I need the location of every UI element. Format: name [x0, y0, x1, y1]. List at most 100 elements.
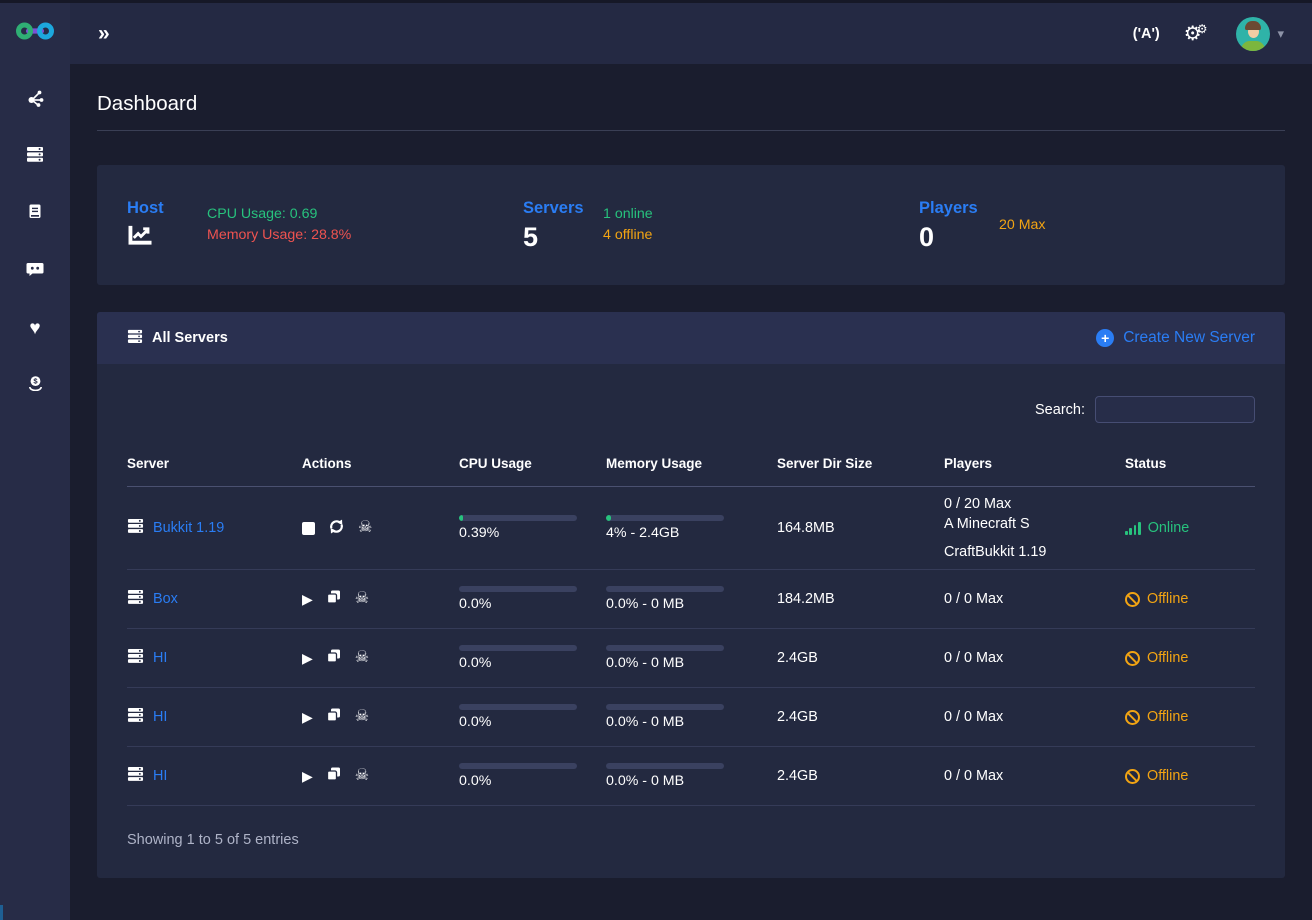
col-server: Server [127, 443, 302, 487]
table-row: HI ▶ [127, 747, 1255, 806]
col-memory-usage: Memory Usage [606, 443, 777, 487]
servers-panel: All Servers + Create New Server Search: [97, 312, 1285, 878]
servers-stat: Servers 5 1 online 4 offline [493, 199, 889, 251]
cpu-usage-value: 0.0% [459, 596, 600, 612]
cpu-progress-bar [459, 645, 577, 651]
start-button[interactable]: ▶ [302, 769, 313, 783]
servers-table: Server Actions CPU Usage Memory Usage Se… [127, 443, 1255, 806]
cpu-progress-bar [459, 515, 577, 521]
chevron-down-icon: ▾ [1277, 26, 1284, 42]
search-input[interactable] [1095, 396, 1255, 423]
servers-panel-header: All Servers + Create New Server [97, 312, 1285, 364]
memory-progress-bar [606, 704, 724, 710]
players-count: 0 [919, 224, 981, 251]
status-badge: Online [1125, 520, 1249, 536]
servers-label: Servers [523, 199, 585, 218]
host-cpu-usage: CPU Usage: 0.69 [207, 204, 351, 225]
language-icon[interactable]: ('A') [1133, 26, 1160, 42]
page-edge-accent [0, 905, 3, 920]
avatar [1236, 17, 1270, 51]
sidebar-item-support[interactable]: ♥ [16, 316, 54, 340]
clone-button[interactable] [327, 767, 341, 784]
discord-icon [26, 261, 44, 282]
kill-button[interactable]: ☠ [355, 768, 369, 784]
col-server-dir-size: Server Dir Size [777, 443, 944, 487]
kill-button[interactable]: ☠ [355, 650, 369, 666]
page-title: Dashboard [97, 92, 1285, 116]
search-row: Search: [97, 364, 1285, 443]
ban-icon [1125, 651, 1140, 666]
server-link[interactable]: Box [153, 591, 178, 607]
players-info: 0 / 20 Max A Minecraft S CraftBukkit 1.1… [944, 487, 1125, 570]
topbar-right: ('A') ⚙⚙ ▾ [1133, 17, 1284, 51]
players-info: 0 / 0 Max [944, 629, 1125, 688]
search-label: Search: [1035, 402, 1085, 418]
server-icon [26, 146, 44, 168]
stats-card: Host CPU Usage: 0.69 Memory Usage: 28.8% [97, 165, 1285, 285]
sidebar-item-donate[interactable]: $ [16, 373, 54, 397]
server-link[interactable]: HI [153, 768, 167, 784]
start-button[interactable]: ▶ [302, 651, 313, 665]
server-dir-size: 2.4GB [777, 688, 944, 747]
memory-progress-bar [606, 645, 724, 651]
sidebar-expand-icon[interactable]: » [98, 23, 110, 44]
server-link[interactable]: HI [153, 709, 167, 725]
col-actions: Actions [302, 443, 459, 487]
start-button[interactable]: ▶ [302, 710, 313, 724]
servers-online-count: 1 online [603, 204, 653, 225]
server-icon [127, 329, 143, 348]
memory-progress-bar [606, 586, 724, 592]
clone-button[interactable] [327, 590, 341, 607]
table-header-row: Server Actions CPU Usage Memory Usage Se… [127, 443, 1255, 487]
table-entries-summary: Showing 1 to 5 of 5 entries [97, 806, 1285, 878]
create-new-server-button[interactable]: + Create New Server [1096, 329, 1255, 347]
start-button[interactable]: ▶ [302, 592, 313, 606]
cpu-usage-value: 0.0% [459, 773, 600, 789]
docs-book-icon [27, 204, 43, 225]
panel-title: All Servers [127, 329, 228, 348]
sidebar-item-dashboard[interactable] [16, 88, 54, 112]
sidebar-item-discord[interactable] [16, 259, 54, 283]
kill-button[interactable]: ☠ [355, 591, 369, 607]
ban-icon [1125, 710, 1140, 725]
players-label: Players [919, 199, 981, 218]
server-dir-size: 164.8MB [777, 487, 944, 570]
app-root: » ('A') ⚙⚙ ▾ [0, 0, 1312, 920]
heart-icon: ♥ [29, 319, 40, 338]
memory-progress-bar [606, 515, 724, 521]
stop-button[interactable] [302, 522, 315, 535]
ban-icon [1125, 769, 1140, 784]
table-row: HI ▶ [127, 629, 1255, 688]
kill-button[interactable]: ☠ [355, 709, 369, 725]
servers-offline-count: 4 offline [603, 225, 653, 246]
server-dir-size: 2.4GB [777, 629, 944, 688]
restart-icon [329, 519, 344, 537]
kill-button[interactable]: ☠ [358, 520, 372, 536]
server-link[interactable]: HI [153, 650, 167, 666]
clone-icon [327, 649, 341, 666]
settings-gears-icon[interactable]: ⚙⚙ [1184, 21, 1213, 46]
app-logo[interactable] [0, 3, 70, 64]
memory-usage-value: 0.0% - 0 MB [606, 714, 771, 730]
title-divider [97, 130, 1285, 131]
chart-line-icon [127, 224, 189, 252]
signal-bars-icon [1125, 522, 1141, 535]
clone-icon [327, 708, 341, 725]
status-badge: Offline [1125, 591, 1249, 607]
server-dir-size: 184.2MB [777, 570, 944, 629]
clone-button[interactable] [327, 708, 341, 725]
stop-icon [302, 522, 315, 535]
players-info: 0 / 0 Max [944, 747, 1125, 806]
server-link[interactable]: Bukkit 1.19 [153, 520, 224, 536]
cpu-usage-value: 0.0% [459, 714, 600, 730]
sidebar-item-documentation[interactable] [16, 202, 54, 226]
sidebar-item-servers[interactable] [16, 145, 54, 169]
memory-progress-bar [606, 763, 724, 769]
donate-dollar-icon: $ [27, 375, 44, 396]
restart-button[interactable] [329, 519, 344, 537]
topbar: » ('A') ⚙⚙ ▾ [0, 0, 1312, 64]
players-max: 20 Max [999, 215, 1046, 236]
user-menu[interactable]: ▾ [1236, 17, 1284, 51]
sidebar: ♥ $ [0, 64, 70, 920]
clone-button[interactable] [327, 649, 341, 666]
